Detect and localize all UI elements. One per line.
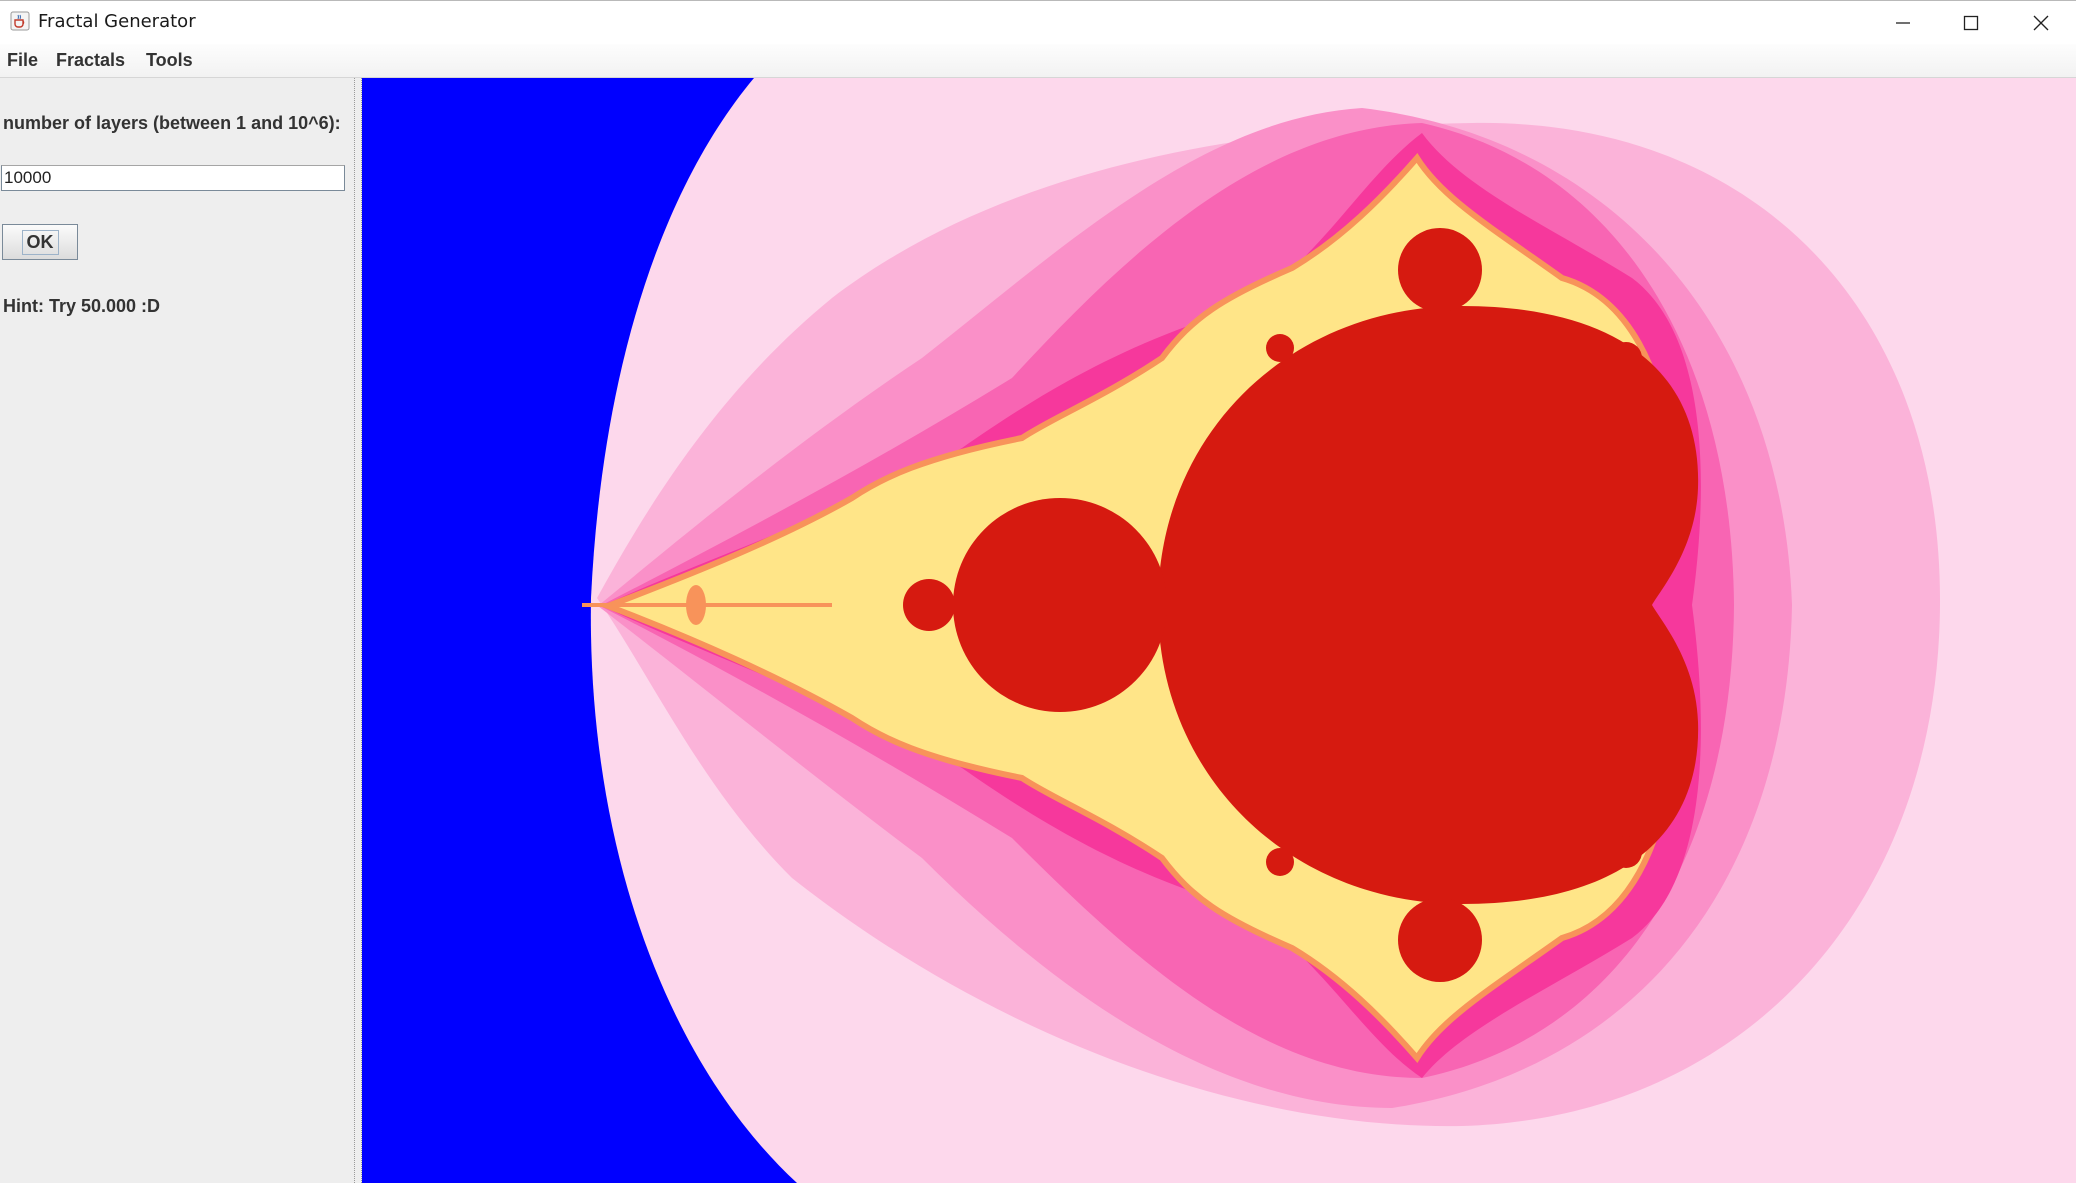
- menu-file[interactable]: File: [7, 50, 38, 71]
- top-bulb: [1398, 228, 1482, 312]
- window-title: Fractal Generator: [38, 11, 196, 32]
- close-icon: [2033, 15, 2049, 31]
- period4-bulb: [903, 579, 955, 631]
- control-panel: number of layers (between 1 and 10^6): O…: [0, 78, 354, 1183]
- ok-button[interactable]: OK: [2, 224, 78, 260]
- period2-bulb: [953, 498, 1167, 712]
- minimize-icon: [1895, 15, 1911, 31]
- hint-text: Hint: Try 50.000 :D: [3, 296, 161, 316]
- menu-bar: File Fractals Tools: [0, 44, 2076, 78]
- small-bulb-top-right: [1610, 342, 1642, 374]
- ok-button-label: OK: [21, 229, 59, 255]
- mini-mandelbrot: [686, 585, 706, 625]
- maximize-button[interactable]: [1936, 1, 2006, 45]
- bottom-bulb: [1398, 898, 1482, 982]
- title-bar[interactable]: Fractal Generator: [0, 0, 2076, 44]
- small-bulb-bottom-left: [1266, 848, 1294, 876]
- close-button[interactable]: [2006, 1, 2076, 45]
- layers-input[interactable]: [1, 165, 345, 191]
- fractal-canvas[interactable]: [362, 78, 2076, 1183]
- menu-fractals[interactable]: Fractals: [56, 50, 125, 71]
- app-window: Fractal Generator File Fractals Tools nu…: [0, 0, 2076, 1183]
- mandelbrot-image: [362, 78, 2076, 1183]
- java-cup-icon: [10, 11, 30, 31]
- minimize-button[interactable]: [1868, 1, 1938, 45]
- split-divider[interactable]: [354, 78, 362, 1183]
- menu-tools[interactable]: Tools: [146, 50, 193, 71]
- layers-label: number of layers (between 1 and 10^6):: [3, 113, 341, 133]
- maximize-icon: [1963, 15, 1979, 31]
- small-bulb-top-left: [1266, 334, 1294, 362]
- small-bulb-bottom-right: [1610, 836, 1642, 868]
